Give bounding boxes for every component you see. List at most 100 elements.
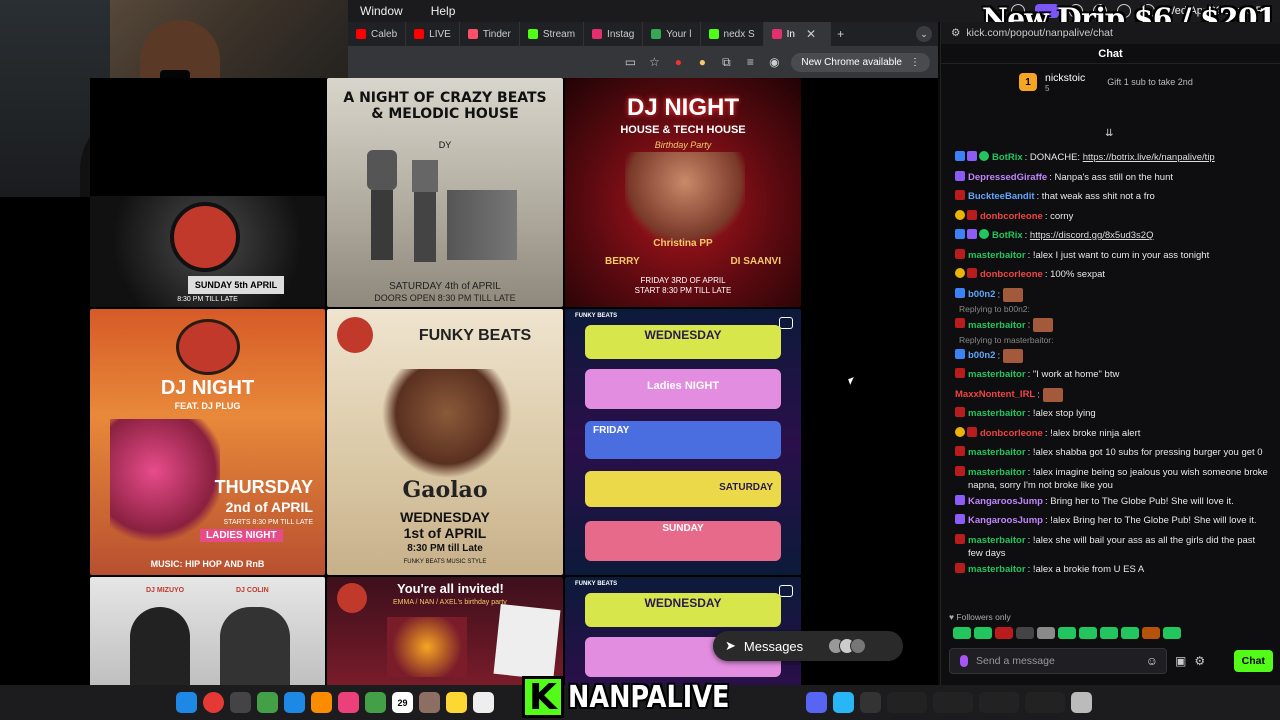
notes-icon[interactable] (446, 692, 467, 713)
site-info-icon[interactable]: ⚙ (951, 27, 960, 39)
emote-button[interactable] (1163, 627, 1181, 639)
emote-button[interactable] (1058, 627, 1076, 639)
emote-button[interactable] (1016, 627, 1034, 639)
chat-username[interactable]: KangaroosJump (968, 496, 1043, 507)
launchpad-icon[interactable] (230, 692, 251, 713)
maps-icon[interactable] (311, 692, 332, 713)
bookmark-star-icon[interactable]: ☆ (647, 55, 661, 69)
chat-username[interactable]: BuckteeBandit (968, 191, 1035, 202)
post-dj-night-feat-dj-plug[interactable]: DJ NIGHT FEAT. DJ PLUG THURSDAY 2nd of A… (90, 309, 325, 575)
pinned-toggle-icon[interactable]: ⇊ (1105, 128, 1113, 139)
emote-button[interactable] (974, 627, 992, 639)
blue-badge-icon (955, 348, 965, 359)
emoji-icon[interactable]: ☺ (1146, 654, 1158, 668)
browser-tab[interactable]: LIVE (406, 22, 460, 46)
browser-tab[interactable]: nedx S (701, 22, 764, 46)
finder-icon[interactable] (176, 692, 197, 713)
chat-username[interactable]: masterbaitor (968, 250, 1026, 261)
message-body: MaxxNontent_IRL: (955, 387, 1063, 402)
minimized-window-thumb[interactable] (933, 692, 973, 713)
browser-tab[interactable]: Stream (520, 22, 585, 46)
chat-username[interactable]: masterbaitor (968, 408, 1026, 419)
browser-tab[interactable]: Caleb (348, 22, 407, 46)
menu-window[interactable]: Window (360, 4, 403, 18)
post-birthday-invite[interactable]: You're all invited! EMMA / NAN / AXEL's … (327, 577, 563, 685)
media-queue-icon[interactable]: ≡ (743, 55, 757, 69)
chat-username[interactable]: masterbaitor (968, 447, 1026, 458)
chat-username[interactable]: donbcorleone (980, 211, 1043, 222)
send-message-placeholder: Send a message (976, 655, 1055, 667)
contacts-icon[interactable] (419, 692, 440, 713)
post-crazy-beats-melodic-house[interactable]: A NIGHT OF CRAZY BEATS & MELODIC HOUSE D… (327, 78, 563, 307)
photos-icon[interactable] (338, 692, 359, 713)
chrome-icon[interactable] (203, 692, 224, 713)
minimized-window-thumb[interactable] (887, 692, 927, 713)
emote-button[interactable] (953, 627, 971, 639)
emote-button[interactable] (1100, 627, 1118, 639)
chat-username[interactable]: BotRix (992, 230, 1023, 241)
chat-username[interactable]: b00n2 (968, 289, 995, 300)
gift-sub-button[interactable]: Gift 1 sub to take 2nd (1107, 77, 1193, 87)
gifter-name[interactable]: nickstoic (1045, 72, 1085, 84)
calendar-icon[interactable]: 29 (392, 692, 413, 713)
emote-button[interactable] (995, 627, 1013, 639)
instagram-messages-button[interactable]: ➤ Messages (713, 631, 903, 661)
chat-username[interactable]: MaxxNontent_IRL (955, 389, 1035, 400)
minimized-window-thumb[interactable] (979, 692, 1019, 713)
send-message-input[interactable]: Send a message ☺ (949, 648, 1167, 674)
chat-username[interactable]: masterbaitor (968, 467, 1026, 478)
emote-button[interactable] (1121, 627, 1139, 639)
chat-username[interactable]: donbcorleone (980, 269, 1043, 280)
profile-avatar-icon[interactable]: ◉ (767, 55, 781, 69)
minimized-window-thumb[interactable] (1025, 692, 1065, 713)
gold-badge-icon (955, 426, 965, 437)
extension-red-icon[interactable]: ● (671, 55, 685, 69)
post-dj-left (130, 607, 190, 685)
post-dj-mizuyo-colin[interactable]: DJ MIZUYO DJ COLIN (90, 577, 325, 685)
emote-button[interactable] (1079, 627, 1097, 639)
chat-username[interactable]: masterbaitor (968, 320, 1026, 331)
post-dj-night-house-tech[interactable]: DJ NIGHT HOUSE & TECH HOUSE Birthday Par… (565, 78, 801, 307)
chat-link[interactable]: https://discord.gg/8x5ud3s2Q (1030, 230, 1154, 241)
app-icon[interactable] (860, 692, 881, 713)
tab-close-icon[interactable]: ✕ (800, 27, 822, 41)
tab-search-icon[interactable]: ⌄ (916, 26, 932, 42)
browser-tab[interactable]: Instag (584, 22, 644, 46)
reminders-icon[interactable] (473, 692, 494, 713)
gift-icon[interactable]: ▣ (1175, 654, 1186, 668)
mail-icon[interactable] (284, 692, 305, 713)
username-separator: : (997, 350, 1003, 362)
trash-icon[interactable] (1071, 692, 1092, 713)
post-sunday-5th-april[interactable]: SUNDAY 5th APRIL 8:30 PM TILL LATE (90, 196, 325, 307)
browser-tab[interactable]: Your l (643, 22, 701, 46)
extensions-puzzle-icon[interactable]: ⧉ (719, 55, 733, 69)
chat-username[interactable]: masterbaitor (968, 535, 1026, 546)
chat-username[interactable]: DepressedGiraffe (968, 172, 1047, 183)
chat-username[interactable]: BotRix (992, 152, 1023, 163)
new-chrome-available-button[interactable]: New Chrome available ⋮ (791, 52, 930, 72)
chat-url-bar[interactable]: ⚙ kick.com/popout/nanpalive/chat (941, 22, 1280, 44)
emote-button[interactable] (1142, 627, 1160, 639)
post-weekly-schedule[interactable]: FUNKY BEATS WEDNESDAY Ladies NIGHT FRIDA… (565, 309, 801, 575)
new-tab-button[interactable]: + (831, 27, 850, 41)
messages-app-icon[interactable] (257, 692, 278, 713)
post-funky-beats-gaolao[interactable]: FUNKY BEATS Gaolao WEDNESDAY 1st of APRI… (327, 309, 563, 575)
menu-help[interactable]: Help (431, 4, 456, 18)
browser-tab[interactable]: In ✕ (763, 22, 832, 46)
chat-username[interactable]: masterbaitor (968, 369, 1026, 380)
cast-icon[interactable]: ▭ (623, 55, 637, 69)
app-icon[interactable] (833, 692, 854, 713)
chat-username[interactable]: b00n2 (968, 350, 995, 361)
discord-icon[interactable] (806, 692, 827, 713)
settings-gear-icon[interactable]: ⚙ (1194, 654, 1205, 668)
chat-username[interactable]: masterbaitor (968, 564, 1026, 575)
browser-tab[interactable]: Tinder (460, 22, 520, 46)
chat-send-button[interactable]: Chat (1233, 650, 1273, 672)
facetime-icon[interactable] (365, 692, 386, 713)
chat-username[interactable]: donbcorleone (980, 428, 1043, 439)
chat-link[interactable]: https://botrix.live/k/nanpalive/tip (1083, 152, 1215, 163)
emote-button[interactable] (1037, 627, 1055, 639)
mic-icon[interactable] (960, 655, 968, 667)
chat-username[interactable]: KangaroosJump (968, 515, 1043, 526)
extension-cookie-icon[interactable]: ● (695, 55, 709, 69)
